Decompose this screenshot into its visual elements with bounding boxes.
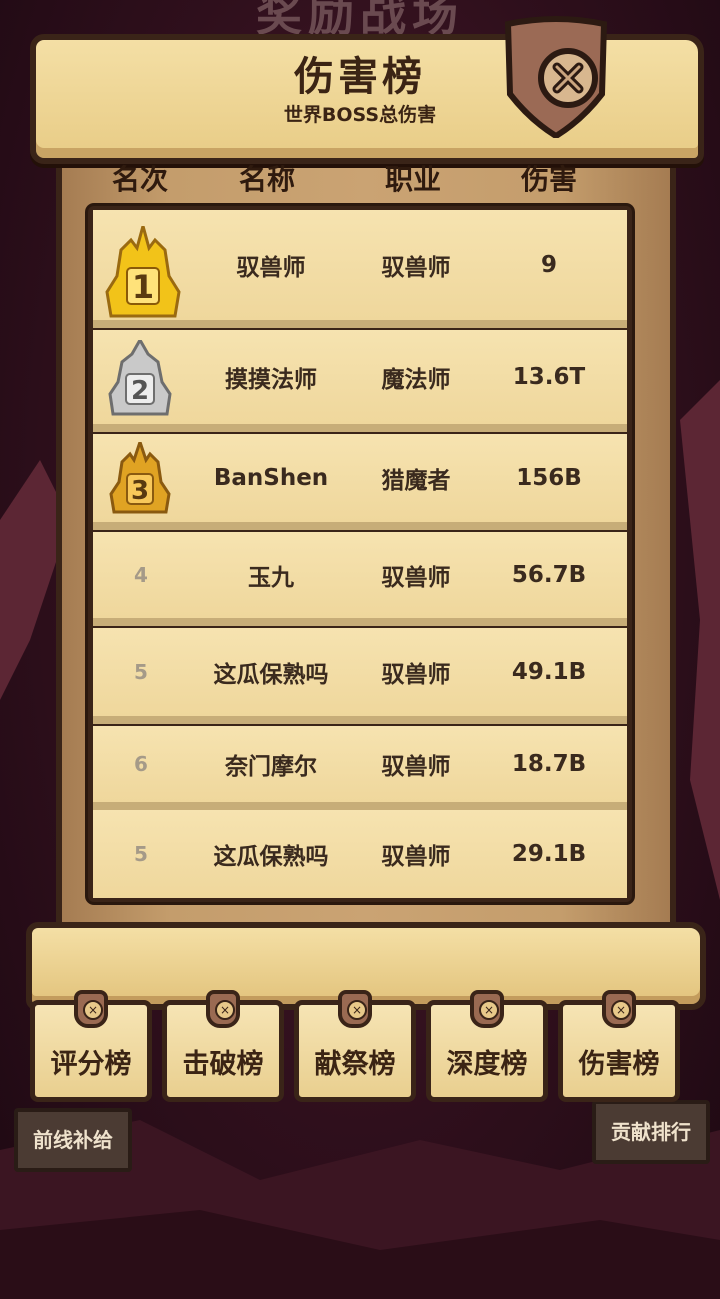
table-row[interactable]: 2 摸摸法师 魔法师 13.6T bbox=[93, 330, 627, 432]
player-name: 这瓜保熟吗 bbox=[213, 662, 329, 688]
player-class: 驭兽师 bbox=[381, 844, 451, 870]
gold-medal-icon: 1 bbox=[105, 226, 181, 318]
player-damage: 49.1B bbox=[511, 659, 587, 685]
player-class: 驭兽师 bbox=[381, 255, 451, 281]
tab-label: 献祭榜 bbox=[314, 1049, 396, 1080]
clip-icon: × bbox=[74, 990, 108, 1028]
rank-number: 5 bbox=[134, 842, 148, 866]
rank-number: 4 bbox=[134, 563, 148, 587]
player-class: 猎魔者 bbox=[381, 468, 451, 494]
table-row[interactable]: 3 BanShen 猎魔者 156B bbox=[93, 434, 627, 530]
table-row[interactable]: 5 这瓜保熟吗 驭兽师 29.1B bbox=[93, 810, 627, 898]
table-row[interactable]: 1 驭兽师 驭兽师 9 bbox=[93, 210, 627, 328]
clip-icon: × bbox=[338, 990, 372, 1028]
page-title: 伤害榜 bbox=[294, 54, 426, 100]
player-damage: 56.7B bbox=[511, 562, 587, 588]
player-name: 摸摸法师 bbox=[225, 367, 317, 393]
header-damage: 伤害 bbox=[520, 163, 577, 196]
tab-label: 伤害榜 bbox=[578, 1049, 660, 1080]
clip-icon: × bbox=[206, 990, 240, 1028]
svg-text:3: 3 bbox=[131, 476, 149, 506]
silver-medal-icon: 2 bbox=[108, 340, 172, 416]
player-name: 玉九 bbox=[248, 565, 294, 591]
player-damage: 156B bbox=[516, 465, 582, 491]
player-damage: 9 bbox=[540, 252, 557, 278]
bronze-medal-icon: 3 bbox=[109, 442, 171, 514]
tab-label: 击破榜 bbox=[182, 1049, 264, 1080]
player-class: 魔法师 bbox=[381, 367, 451, 393]
tab-damage[interactable]: × 伤害榜 bbox=[558, 990, 684, 1106]
rank-number: 5 bbox=[134, 660, 148, 684]
svg-text:1: 1 bbox=[132, 268, 154, 306]
tab-label: 深度榜 bbox=[446, 1049, 528, 1080]
rank-number: 6 bbox=[134, 752, 148, 776]
clip-icon: × bbox=[470, 990, 504, 1028]
player-damage: 18.7B bbox=[511, 751, 587, 777]
table-row[interactable]: 5 这瓜保熟吗 驭兽师 49.1B bbox=[93, 628, 627, 724]
tab-sacrifice[interactable]: × 献祭榜 bbox=[294, 990, 420, 1106]
close-button[interactable] bbox=[502, 16, 610, 138]
player-name: 奈门摩尔 bbox=[225, 754, 317, 780]
ranking-list[interactable]: 1 驭兽师 驭兽师 9 2 摸摸法师 魔法师 13.6T 3 BanShen 猎… bbox=[88, 206, 632, 902]
table-row[interactable]: 6 奈门摩尔 驭兽师 18.7B bbox=[93, 726, 627, 810]
header-name: 名称 bbox=[238, 163, 295, 196]
player-name: 驭兽师 bbox=[236, 255, 306, 281]
page-subtitle: 世界BOSS总伤害 bbox=[283, 104, 437, 126]
tab-label: 评分榜 bbox=[50, 1049, 132, 1080]
header-rank: 名次 bbox=[111, 163, 168, 196]
svg-text:2: 2 bbox=[131, 376, 149, 406]
player-class: 驭兽师 bbox=[381, 662, 451, 688]
player-damage: 13.6T bbox=[512, 364, 586, 390]
table-row[interactable]: 4 玉九 驭兽师 56.7B bbox=[93, 532, 627, 626]
frontline-supply-button[interactable]: 前线补给 bbox=[14, 1108, 132, 1172]
player-class: 驭兽师 bbox=[381, 565, 451, 591]
player-class: 驭兽师 bbox=[381, 754, 451, 780]
player-name: 这瓜保熟吗 bbox=[213, 844, 329, 870]
clip-icon: × bbox=[602, 990, 636, 1028]
player-name: BanShen bbox=[213, 465, 329, 491]
table-header: 名次 名称 职业 伤害 bbox=[0, 158, 720, 198]
player-damage: 29.1B bbox=[511, 841, 587, 867]
tab-defeat[interactable]: × 击破榜 bbox=[162, 990, 288, 1106]
leaderboard-tabs: × 评分榜 × 击破榜 × 献祭榜 × 深度榜 × 伤害榜 bbox=[26, 990, 696, 1110]
tab-score[interactable]: × 评分榜 bbox=[30, 990, 156, 1106]
header-class: 职业 bbox=[384, 163, 441, 196]
tab-depth[interactable]: × 深度榜 bbox=[426, 990, 552, 1106]
